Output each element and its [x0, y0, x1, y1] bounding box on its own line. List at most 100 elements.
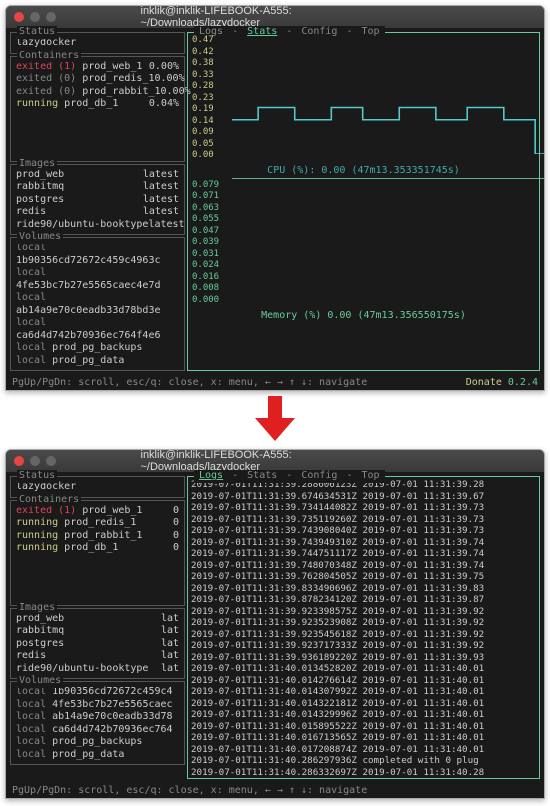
- image-row[interactable]: ride90/ubuntu-booktypelatest: [16, 219, 179, 232]
- terminal-body: Status lazydocker Containers exited (1) …: [6, 28, 544, 375]
- container-row[interactable]: exited (0) prod_redis_10.00%: [16, 73, 179, 86]
- maximize-icon[interactable]: [46, 12, 56, 22]
- memory-caption: Memory (%) 0.00 (47m13.356550175s): [188, 310, 539, 323]
- image-row[interactable]: redislat: [16, 650, 179, 663]
- volume-row[interactable]: local 1b90356cd72672c459c4: [16, 686, 179, 699]
- log-line: 2019-07-01T11:31:40.016713565Z 2019-07-0…: [191, 732, 536, 744]
- log-line: 2019-07-01T11:31:39.762804505Z 2019-07-0…: [191, 571, 536, 583]
- log-line: 2019-07-01T11:31:40.286332697Z 2019-07-0…: [191, 767, 536, 779]
- container-row[interactable]: exited (1) prod_web_10.00%: [16, 61, 179, 74]
- image-row[interactable]: prod_weblat: [16, 613, 179, 626]
- log-line: 2019-07-01T11:31:40.017208874Z 2019-07-0…: [191, 744, 536, 756]
- log-line: 2019-07-01T11:31:39.833490696Z 2019-07-0…: [191, 583, 536, 595]
- log-line: 2019-07-01T11:31:39.923523908Z 2019-07-0…: [191, 617, 536, 629]
- stats-panel[interactable]: Logs - Stats - Config - Top 0.470.420.38…: [187, 32, 540, 371]
- images-panel[interactable]: Images prod_weblatrabbitmqlatpostgreslat…: [10, 608, 185, 680]
- tab-stats[interactable]: Stats: [244, 470, 280, 481]
- status-value: lazydocker: [16, 37, 179, 50]
- window-controls: [14, 12, 56, 22]
- volume-row[interactable]: local prod_pg_backups: [16, 736, 179, 749]
- log-line: 2019-07-01T11:31:39.735119260Z 2019-07-0…: [191, 514, 536, 526]
- image-row[interactable]: rabbitmqlatest: [16, 181, 179, 194]
- image-row[interactable]: prod_weblatest: [16, 169, 179, 182]
- close-icon[interactable]: [14, 456, 24, 466]
- tab-top[interactable]: Top: [359, 470, 383, 481]
- maximize-icon[interactable]: [46, 456, 56, 466]
- image-row[interactable]: redislatest: [16, 206, 179, 219]
- containers-panel[interactable]: Containers exited (1) prod_web_10running…: [10, 500, 185, 606]
- log-line: 2019-07-01T11:31:39.936189220Z 2019-07-0…: [191, 652, 536, 664]
- log-line: 2019-07-01T11:31:40.015895522Z 2019-07-0…: [191, 721, 536, 733]
- images-panel[interactable]: Images prod_weblatestrabbitmqlatestpostg…: [10, 164, 185, 236]
- log-line: 2019-07-01T11:31:39.923398575Z 2019-07-0…: [191, 606, 536, 618]
- arrow-indicator: [0, 396, 550, 444]
- memory-chart-svg: [232, 178, 545, 308]
- container-row[interactable]: exited (1) prod_web_10: [16, 505, 179, 518]
- cpu-caption: CPU (%): 0.00 (47m13.353351745s): [188, 165, 539, 178]
- image-row[interactable]: postgreslat: [16, 638, 179, 651]
- volume-row[interactable]: local prod_pg_backups: [16, 342, 179, 355]
- minimize-icon[interactable]: [30, 12, 40, 22]
- tab-logs[interactable]: Logs: [196, 470, 226, 481]
- logs-panel[interactable]: Logs - Stats - Config - Top 2019-07-01T1…: [187, 476, 540, 779]
- terminal-body: Status lazydocker Containers exited (1) …: [6, 472, 544, 783]
- images-panel-label: Images: [17, 158, 57, 171]
- log-line: 2019-07-01T11:31:39.748070348Z 2019-07-0…: [191, 560, 536, 572]
- footer-hints: PgUp/PgDn: scroll, esc/q: close, x: menu…: [12, 377, 367, 388]
- minimize-icon[interactable]: [30, 456, 40, 466]
- log-line: 2019-07-01T11:31:40.014307992Z 2019-07-0…: [191, 686, 536, 698]
- log-line: 2019-07-01T11:31:40.014322181Z 2019-07-0…: [191, 698, 536, 710]
- volume-row[interactable]: local prod_pg_data: [16, 355, 179, 368]
- log-line: 2019-07-01T11:31:39.734144082Z 2019-07-0…: [191, 502, 536, 514]
- containers-panel-label: Containers: [17, 494, 81, 507]
- log-line: 2019-07-01T11:31:39.743908040Z 2019-07-0…: [191, 525, 536, 537]
- donate-link[interactable]: Donate: [466, 377, 502, 388]
- tab-config[interactable]: Config: [298, 470, 340, 481]
- titlebar[interactable]: inklik@inklik-LIFEBOOK-A555: ~/Downloads…: [6, 6, 544, 28]
- titlebar[interactable]: inklik@inklik-LIFEBOOK-A555: ~/Downloads…: [6, 450, 544, 472]
- window-bottom: inklik@inklik-LIFEBOOK-A555: ~/Downloads…: [5, 449, 545, 799]
- volumes-panel-label: Volumes: [17, 675, 63, 688]
- cpu-chart-svg: [232, 39, 545, 154]
- volumes-panel-label: Volumes: [17, 231, 63, 244]
- arrow-down-icon: [250, 396, 300, 441]
- container-row[interactable]: exited (0) prod_rabbit_10.00%: [16, 86, 179, 99]
- footer: PgUp/PgDn: scroll, esc/q: close, x: menu…: [6, 375, 544, 390]
- log-line: 2019-07-01T11:31:39.923545618Z 2019-07-0…: [191, 629, 536, 641]
- containers-panel[interactable]: Containers exited (1) prod_web_10.00%exi…: [10, 56, 185, 162]
- image-row[interactable]: postgreslatest: [16, 194, 179, 207]
- window-top: inklik@inklik-LIFEBOOK-A555: ~/Downloads…: [5, 5, 545, 391]
- close-icon[interactable]: [14, 12, 24, 22]
- container-row[interactable]: running prod_redis_10: [16, 517, 179, 530]
- log-line: 2019-07-01T11:31:39.744751117Z 2019-07-0…: [191, 548, 536, 560]
- volume-row[interactable]: local ca6d4d742b70936ec764f4e6: [16, 317, 179, 342]
- log-line: 2019-07-01T11:31:39.923717333Z 2019-07-0…: [191, 640, 536, 652]
- volume-row[interactable]: local ab14a9e70c0eadb33d78bd3e: [16, 292, 179, 317]
- log-line: 2019-07-01T11:31:40.286297936Z completed…: [191, 755, 536, 767]
- volume-row[interactable]: local ab14a9e70c0eadb33d78: [16, 711, 179, 724]
- container-row[interactable]: running prod_rabbit_10: [16, 530, 179, 543]
- log-output[interactable]: 2019-07-01T11:31:39.288606123Z 2019-07-0…: [188, 477, 539, 778]
- image-row[interactable]: rabbitmqlat: [16, 625, 179, 638]
- cpu-chart: 0.470.420.380.330.280.230.190.140.090.05…: [188, 33, 539, 163]
- log-line: 2019-07-01T11:31:39.674634531Z 2019-07-0…: [191, 491, 536, 503]
- status-panel-label: Status: [17, 26, 57, 39]
- container-row[interactable]: running prod_db_10.04%: [16, 98, 179, 111]
- volume-row[interactable]: local prod_pg_data: [16, 749, 179, 762]
- window-controls: [14, 456, 56, 466]
- volume-row[interactable]: local 4fe53bc7b27e5565caec: [16, 699, 179, 712]
- volume-row[interactable]: local ca6d4d742b70936ec764: [16, 724, 179, 737]
- log-line: 2019-07-01T11:31:39.743949310Z 2019-07-0…: [191, 537, 536, 549]
- volume-row[interactable]: local 4fe53bc7b27e5565caec4e7d: [16, 267, 179, 292]
- log-line: 2019-07-01T11:31:40.014276614Z 2019-07-0…: [191, 675, 536, 687]
- container-row[interactable]: running prod_db_10: [16, 542, 179, 555]
- image-row[interactable]: ride90/ubuntu-booktypelat: [16, 663, 179, 676]
- footer: PgUp/PgDn: scroll, esc/q: close, x: menu…: [6, 783, 544, 798]
- log-line: 2019-07-01T11:31:40.013452820Z 2019-07-0…: [191, 663, 536, 675]
- volumes-panel[interactable]: Volumes local 1b90356cd72672c459c4local …: [10, 681, 185, 765]
- volumes-panel[interactable]: Volumes local 1b90356cd72672c459c4963clo…: [10, 237, 185, 371]
- volume-row[interactable]: local 1b90356cd72672c459c4963c: [16, 242, 179, 267]
- version-text: 0.2.4: [508, 377, 538, 388]
- images-panel-label: Images: [17, 602, 57, 615]
- log-line: 2019-07-01T11:31:39.878234120Z 2019-07-0…: [191, 594, 536, 606]
